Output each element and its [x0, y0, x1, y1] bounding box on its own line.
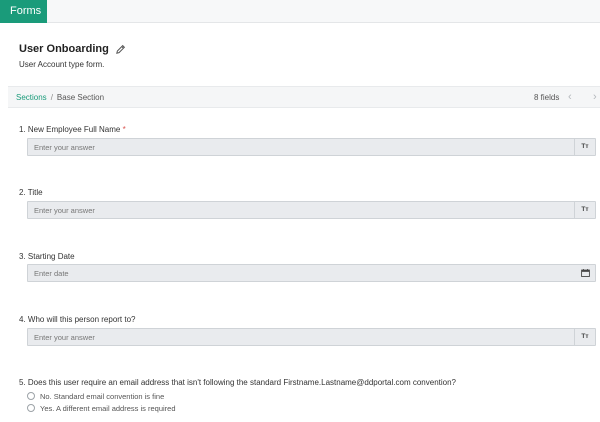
form-header: User Onboarding [19, 42, 126, 56]
report-to-placeholder: Enter your answer [34, 333, 95, 342]
question-1-label: 1. New Employee Full Name * [19, 125, 126, 134]
form-title: User Onboarding [19, 43, 109, 55]
radio-button[interactable] [27, 404, 35, 412]
starting-date-placeholder: Enter date [34, 269, 69, 278]
section-bar: Sections / Base Section 8 fields ‹ › [8, 86, 600, 108]
breadcrumb-current: Base Section [56, 93, 105, 102]
breadcrumb-separator: / [50, 93, 53, 102]
full-name-placeholder: Enter your answer [34, 143, 95, 152]
text-format-icon: Tт [574, 139, 595, 155]
question-3-label: 3. Starting Date [19, 252, 75, 261]
title-input[interactable]: Enter your answer Tт [27, 201, 596, 219]
report-to-input[interactable]: Enter your answer Tт [27, 328, 596, 346]
pencil-icon[interactable] [115, 44, 126, 55]
tab-forms[interactable]: Forms [0, 0, 47, 23]
question-2-label: 2. Title [19, 188, 43, 197]
title-placeholder: Enter your answer [34, 206, 95, 215]
radio-button[interactable] [27, 392, 35, 400]
top-bar: Forms [0, 0, 600, 23]
text-format-icon: Tт [574, 329, 595, 345]
question-4-label: 4. Who will this person report to? [19, 315, 136, 324]
full-name-input[interactable]: Enter your answer Tт [27, 138, 596, 156]
breadcrumb-sections-link[interactable]: Sections [16, 93, 47, 102]
radio-label: Yes. A different email address is requir… [40, 403, 176, 413]
field-count: 8 fields [534, 93, 560, 102]
text-format-icon: Tт [574, 202, 595, 218]
radio-label: No. Standard email convention is fine [40, 391, 165, 401]
question-1-text: 1. New Employee Full Name [19, 125, 121, 134]
chevron-right-icon[interactable]: › [593, 87, 597, 107]
required-mark: * [122, 125, 126, 134]
breadcrumb: Sections / Base Section [16, 87, 104, 108]
chevron-left-icon[interactable]: ‹ [568, 87, 572, 107]
calendar-icon[interactable] [581, 269, 590, 277]
form-subtitle: User Account type form. [19, 60, 105, 69]
radio-option-standard-email[interactable]: No. Standard email convention is fine [27, 391, 164, 401]
radio-option-different-email[interactable]: Yes. A different email address is requir… [27, 403, 176, 413]
question-5-label: 5. Does this user require an email addre… [19, 378, 456, 387]
starting-date-input[interactable]: Enter date [27, 264, 596, 282]
